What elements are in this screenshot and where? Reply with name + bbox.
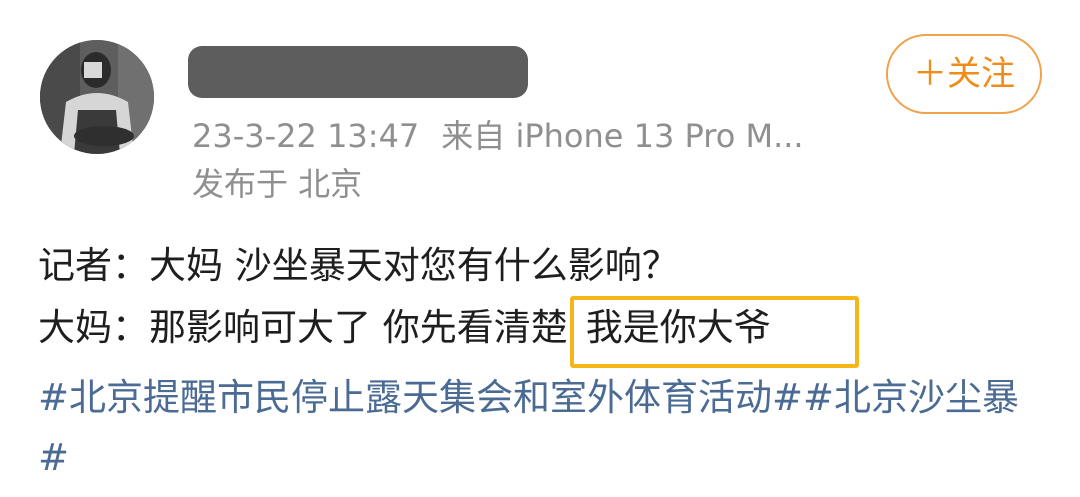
post-timestamp: 23-3-22 13:47 <box>192 117 420 155</box>
post-line-reporter: 记者：大妈 沙坐暴天对您有什么影响？ <box>38 236 1048 296</box>
speaker-label: 大妈： <box>38 306 149 349</box>
post-text: 记者：大妈 沙坐暴天对您有什么影响？ 大妈：那影响可大了 你先看清楚 我是你大爷 … <box>38 236 1048 488</box>
speaker-label: 记者： <box>38 244 149 287</box>
hashtag-link[interactable]: #北京提醒市民停止露天集会和室外体育活动# <box>38 376 803 419</box>
post-meta: 23-3-22 13:47 来自 iPhone 13 Pro M... <box>192 116 804 156</box>
post-line-auntie: 大妈：那影响可大了 你先看清楚 我是你大爷 <box>38 296 1048 368</box>
line-text: 大妈 沙坐暴天对您有什么影响？ <box>149 244 679 287</box>
line-text: 那影响可大了 你先看清楚 <box>149 306 568 349</box>
hashtag-group: #北京提醒市民停止露天集会和室外体育活动##北京沙尘暴# <box>38 368 1048 488</box>
post-location: 发布于 北京 <box>192 165 363 203</box>
highlight-box: 我是你大爷 <box>569 296 859 368</box>
avatar-photo-icon <box>40 40 154 154</box>
follow-button[interactable]: ＋关注 <box>886 34 1042 114</box>
avatar[interactable] <box>40 40 154 154</box>
username-redacted <box>188 46 528 98</box>
post-source: 来自 iPhone 13 Pro M... <box>441 117 804 155</box>
